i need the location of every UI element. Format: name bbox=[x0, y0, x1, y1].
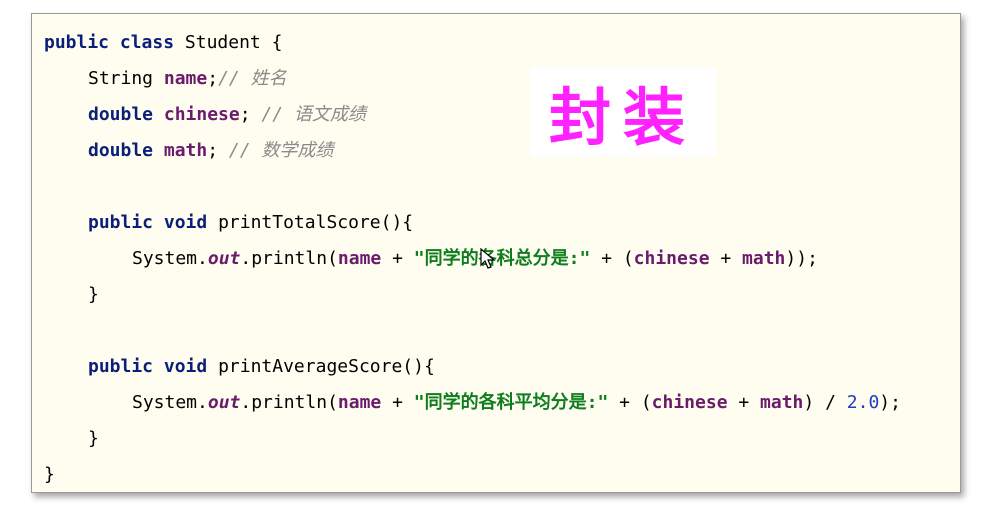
code-line-field-chinese: double chinese; // 语文成绩 bbox=[88, 103, 366, 127]
string-average-score: "同学的各科平均分是:" bbox=[413, 392, 609, 413]
chinese-ref: chinese bbox=[651, 392, 728, 413]
plus-operator: + ( bbox=[608, 392, 652, 413]
type-string: String bbox=[88, 68, 154, 89]
mouse-cursor-icon bbox=[480, 248, 496, 269]
method-print-average-score: printAverageScore(){ bbox=[218, 356, 435, 377]
code-line-class-declaration: public class Student { bbox=[44, 31, 282, 55]
field-chinese: chinese bbox=[163, 104, 240, 125]
comment-chinese: // 语文成绩 bbox=[261, 104, 366, 125]
semicolon: ; bbox=[207, 140, 219, 161]
close-brace: } bbox=[44, 464, 55, 485]
code-line-close-class: } bbox=[44, 463, 55, 487]
code-line-close-average: } bbox=[88, 427, 99, 451]
plus-operator: + ( bbox=[590, 248, 634, 269]
keyword-public: public bbox=[88, 356, 154, 377]
name-ref: name bbox=[337, 248, 382, 269]
semicolon: ; bbox=[207, 68, 219, 89]
close-brace: } bbox=[88, 428, 99, 449]
semicolon: ; bbox=[239, 104, 251, 125]
statement-end: )); bbox=[785, 248, 818, 269]
println-call: .println( bbox=[240, 392, 338, 413]
code-line-method-average: public void printAverageScore(){ bbox=[88, 355, 435, 379]
keyword-void: void bbox=[163, 356, 208, 377]
comment-name: // 姓名 bbox=[218, 68, 287, 89]
println-call: .println( bbox=[240, 248, 338, 269]
keyword-public: public bbox=[44, 32, 110, 53]
divide-operator: ) / bbox=[803, 392, 847, 413]
plus-operator: + bbox=[381, 248, 414, 269]
chinese-ref: chinese bbox=[633, 248, 710, 269]
out-field: out bbox=[207, 248, 241, 269]
system-ref: System. bbox=[132, 392, 208, 413]
field-math: math bbox=[163, 140, 208, 161]
math-ref: math bbox=[742, 248, 786, 269]
out-field: out bbox=[207, 392, 241, 413]
code-line-method-total: public void printTotalScore(){ bbox=[88, 211, 413, 235]
open-brace: { bbox=[271, 32, 283, 53]
code-line-close-total: } bbox=[88, 283, 99, 307]
class-name: Student bbox=[184, 32, 261, 53]
code-line-field-name: String name;// 姓名 bbox=[88, 67, 287, 91]
type-double: double bbox=[88, 140, 154, 161]
system-ref: System. bbox=[132, 248, 208, 269]
encapsulation-label-overlay: 封装 bbox=[530, 67, 716, 157]
encapsulation-label: 封装 bbox=[548, 81, 697, 154]
close-brace: } bbox=[88, 284, 99, 305]
statement-end: ); bbox=[879, 392, 901, 413]
keyword-void: void bbox=[163, 212, 208, 233]
code-line-println-average: System.out.println(name + "同学的各科平均分是:" +… bbox=[132, 391, 901, 415]
code-line-println-total: System.out.println(name + "同学的各科总分是:" + … bbox=[132, 247, 818, 271]
plus-operator: + bbox=[381, 392, 414, 413]
field-name: name bbox=[163, 68, 208, 89]
string-total-score: "同学的各科总分是:" bbox=[413, 248, 591, 269]
comment-math: // 数学成绩 bbox=[228, 140, 334, 161]
plus-operator: + bbox=[709, 248, 743, 269]
code-editor-panel[interactable]: public class Student { String name;// 姓名… bbox=[31, 13, 961, 493]
type-double: double bbox=[88, 104, 154, 125]
number-literal: 2.0 bbox=[846, 392, 880, 413]
math-ref: math bbox=[760, 392, 804, 413]
keyword-class: class bbox=[119, 32, 175, 53]
plus-operator: + bbox=[727, 392, 761, 413]
code-line-field-math: double math; // 数学成绩 bbox=[88, 139, 333, 163]
keyword-public: public bbox=[88, 212, 154, 233]
name-ref: name bbox=[337, 392, 382, 413]
method-print-total-score: printTotalScore(){ bbox=[218, 212, 414, 233]
